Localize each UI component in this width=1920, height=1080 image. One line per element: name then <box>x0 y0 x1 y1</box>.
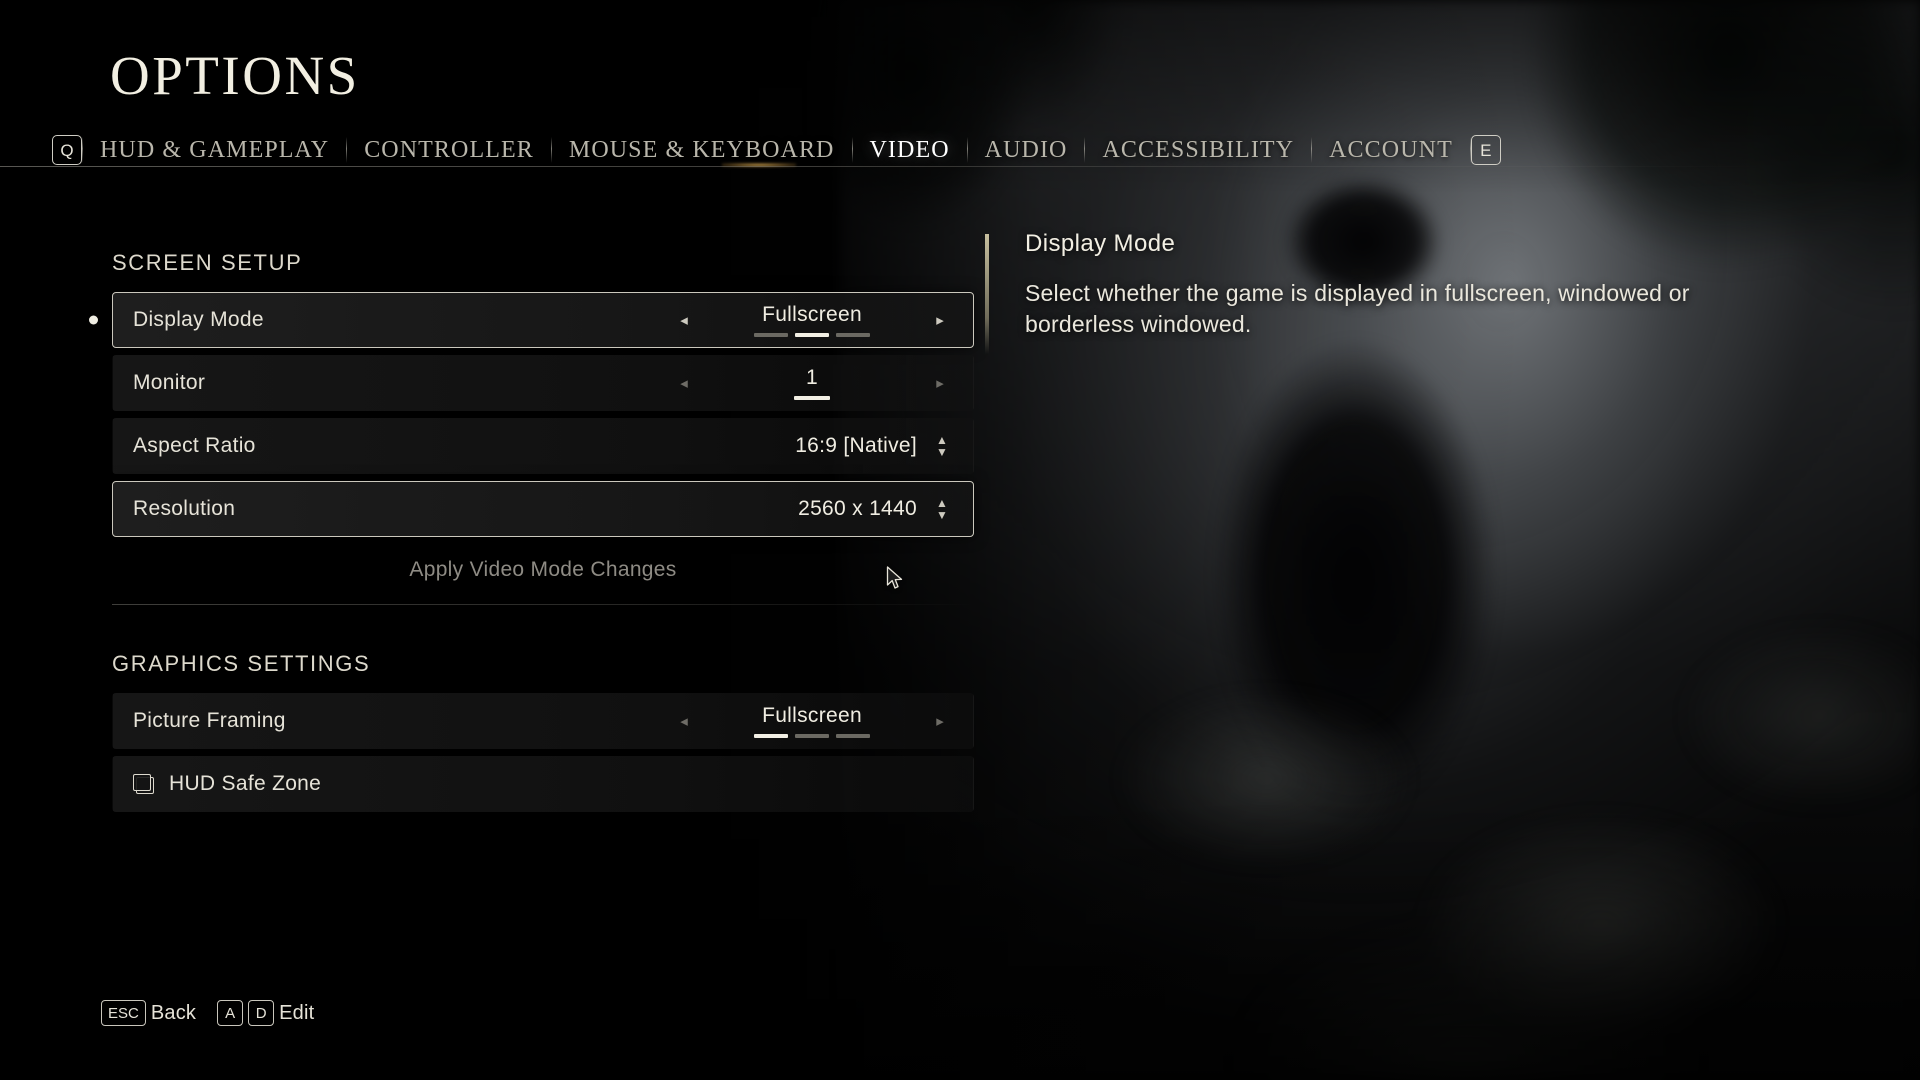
hint-edit[interactable]: A D Edit <box>217 1000 326 1026</box>
segment-indicator-picture-framing <box>754 734 870 739</box>
setting-label-display-mode: Display Mode <box>133 308 264 331</box>
apply-video-mode-changes-button[interactable]: Apply Video Mode Changes <box>112 544 974 596</box>
stepper-down-icon: ▼ <box>936 507 948 522</box>
esc-key-badge: ESC <box>101 1000 146 1026</box>
info-accent-bar <box>985 234 989 354</box>
segment-indicator-monitor <box>794 396 830 401</box>
setting-label-aspect-ratio: Aspect Ratio <box>133 434 256 457</box>
a-key-badge: A <box>217 1000 244 1026</box>
header-divider <box>0 166 1920 167</box>
stepper-up-icon: ▲ <box>936 432 948 447</box>
segment-active <box>794 396 830 401</box>
setting-label-resolution: Resolution <box>133 497 236 520</box>
segment-indicator-display-mode <box>754 333 870 338</box>
decrement-arrow-icon[interactable]: ◂ <box>671 311 697 329</box>
setting-row-display-mode[interactable]: Display Mode ◂ Fullscreen ▸ <box>89 292 974 348</box>
d-key-badge: D <box>248 1000 275 1026</box>
tab-audio[interactable]: AUDIO <box>968 133 1085 167</box>
setting-value-display-mode: Fullscreen <box>762 302 862 326</box>
info-panel: Display Mode Select whether the game is … <box>985 230 1765 354</box>
setting-label-monitor: Monitor <box>133 371 206 394</box>
info-panel-description: Select whether the game is displayed in … <box>1025 280 1690 337</box>
footer-hints: ESC Back A D Edit <box>101 1000 326 1026</box>
tab-controller[interactable]: CONTROLLER <box>347 133 551 167</box>
hint-back[interactable]: ESC Back <box>101 1000 208 1026</box>
settings-column: SCREEN SETUP Display Mode ◂ Fullscreen ▸… <box>89 250 974 819</box>
tab-video[interactable]: VIDEO <box>853 133 967 167</box>
segment <box>836 734 870 739</box>
setting-row-hud-safe-zone[interactable]: HUD Safe Zone <box>112 756 974 812</box>
prev-tab-key-badge[interactable]: Q <box>52 135 82 165</box>
increment-arrow-icon[interactable]: ▸ <box>927 374 953 392</box>
decrement-arrow-icon[interactable]: ◂ <box>671 374 697 392</box>
tab-account[interactable]: ACCOUNT <box>1312 133 1470 167</box>
setting-row-resolution[interactable]: Resolution 2560 x 1440 ▲ ▼ <box>112 481 974 537</box>
frame-icon <box>133 774 155 794</box>
segment <box>836 333 870 338</box>
setting-value-resolution: 2560 x 1440 <box>798 497 917 520</box>
tab-bar: Q HUD & GAMEPLAY CONTROLLER MOUSE & KEYB… <box>52 133 1501 167</box>
hint-label-edit: Edit <box>279 1001 315 1024</box>
stepper-down-icon: ▼ <box>936 444 948 459</box>
hint-label-back: Back <box>150 1001 197 1024</box>
next-tab-key-badge[interactable]: E <box>1470 135 1501 165</box>
stepper-arrows-icon[interactable]: ▲ ▼ <box>931 432 953 459</box>
selection-bullet-icon <box>89 315 98 325</box>
setting-value-aspect-ratio: 16:9 [Native] <box>795 434 917 457</box>
segment-active <box>754 734 788 739</box>
setting-row-picture-framing[interactable]: Picture Framing ◂ Fullscreen ▸ <box>112 693 974 749</box>
setting-row-monitor[interactable]: Monitor ◂ 1 ▸ <box>112 355 974 411</box>
value-group-display-mode: Fullscreen <box>697 302 927 338</box>
tab-hud-and-gameplay[interactable]: HUD & GAMEPLAY <box>83 133 346 167</box>
section-heading-screen-setup: SCREEN SETUP <box>112 250 303 275</box>
info-panel-title: Display Mode <box>1025 230 1176 257</box>
section-heading-graphics-settings: GRAPHICS SETTINGS <box>112 651 371 676</box>
value-group-monitor: 1 <box>697 365 927 401</box>
tab-accessibility[interactable]: ACCESSIBILITY <box>1085 133 1311 167</box>
page-title: OPTIONS <box>110 45 360 106</box>
setting-value-picture-framing: Fullscreen <box>762 703 862 727</box>
segment-active <box>795 333 829 338</box>
value-group-picture-framing: Fullscreen <box>697 703 927 739</box>
decrement-arrow-icon[interactable]: ◂ <box>671 712 697 730</box>
mouse-cursor-icon <box>886 566 903 589</box>
increment-arrow-icon[interactable]: ▸ <box>927 712 953 730</box>
stepper-arrows-icon[interactable]: ▲ ▼ <box>931 495 953 522</box>
setting-label-hud-safe-zone: HUD Safe Zone <box>169 772 322 795</box>
segment <box>795 734 829 739</box>
tab-mouse-and-keyboard[interactable]: MOUSE & KEYBOARD <box>552 133 852 167</box>
segment <box>754 333 788 338</box>
setting-label-picture-framing: Picture Framing <box>133 709 286 732</box>
setting-value-monitor: 1 <box>806 365 818 389</box>
stepper-up-icon: ▲ <box>936 495 948 510</box>
increment-arrow-icon[interactable]: ▸ <box>927 311 953 329</box>
setting-row-aspect-ratio[interactable]: Aspect Ratio 16:9 [Native] ▲ ▼ <box>112 418 974 474</box>
options-screen: OPTIONS Q HUD & GAMEPLAY CONTROLLER MOUS… <box>0 0 1920 1080</box>
